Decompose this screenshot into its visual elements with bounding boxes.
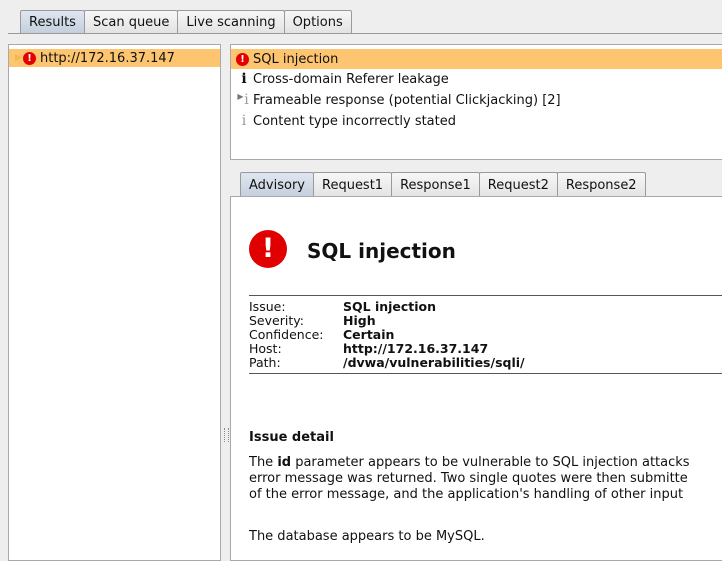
parameter-name: id [277, 455, 292, 470]
divider [249, 295, 722, 296]
confidence-value: Certain [343, 327, 395, 342]
advisory-pane: ! SQL injection Issue: SQL injection Seve… [230, 196, 722, 561]
info-icon: i [241, 113, 247, 129]
issues-list: ! SQL injection i Cross-domain Referer l… [230, 44, 722, 160]
database-note: The database appears to be MySQL. [249, 529, 485, 544]
issue-row[interactable]: ▶ i Frameable response (potential Clickja… [231, 90, 722, 110]
issue-label: Content type incorrectly stated [253, 113, 456, 129]
tree-item-host[interactable]: ▶ ! http://172.16.37.147 [9, 49, 220, 67]
tab-results[interactable]: Results [20, 10, 85, 33]
confidence-key: Confidence: [249, 327, 324, 342]
main-tab-bar: Results Scan queue Live scanning Options [20, 10, 352, 34]
issue-label: SQL injection [253, 51, 339, 67]
issue-key: Issue: [249, 299, 286, 314]
detail-text: The [249, 455, 278, 470]
detail-text: error message was returned. Two single q… [249, 471, 688, 486]
severity-error-icon: ! [249, 230, 287, 268]
expand-arrow-icon[interactable]: ▶ [15, 53, 23, 63]
issue-row[interactable]: ! SQL injection [231, 49, 722, 69]
issue-label: Cross-domain Referer leakage [253, 71, 449, 87]
issue-detail-text: The id parameter appears to be vulnerabl… [249, 455, 722, 503]
tab-options[interactable]: Options [283, 10, 352, 33]
issue-row[interactable]: i Content type incorrectly stated [231, 111, 722, 131]
advisory-title: SQL injection [307, 239, 456, 263]
info-icon: i [244, 92, 249, 108]
issue-label: Frameable response (potential Clickjacki… [253, 92, 561, 108]
tab-response1[interactable]: Response1 [391, 172, 480, 197]
divider [249, 373, 722, 374]
detail-text: parameter appears to be vulnerable to SQ… [291, 455, 690, 470]
issue-summary-table: Issue: SQL injection Severity: High Confid… [249, 300, 525, 370]
severity-value: High [343, 313, 376, 328]
path-key: Path: [249, 355, 281, 370]
detail-text: of the error message, and the applicatio… [249, 487, 684, 502]
splitter-grip[interactable] [224, 428, 229, 442]
tab-live-scanning[interactable]: Live scanning [177, 10, 285, 33]
issue-row[interactable]: i Cross-domain Referer leakage [231, 69, 722, 89]
tab-response2[interactable]: Response2 [556, 172, 646, 197]
host-label: http://172.16.37.147 [40, 50, 175, 66]
expand-arrow-icon[interactable]: ▶ [237, 92, 244, 108]
tab-scan-queue[interactable]: Scan queue [83, 10, 179, 33]
issue-value: SQL injection [343, 299, 437, 314]
error-icon: ! [236, 52, 249, 66]
tab-request2[interactable]: Request2 [478, 172, 558, 197]
severity-key: Severity: [249, 313, 304, 328]
info-icon: i [241, 71, 247, 87]
issue-detail-heading: Issue detail [249, 430, 334, 445]
host-key: Host: [249, 341, 282, 356]
tab-request1[interactable]: Request1 [313, 172, 393, 197]
advisory-tab-bar: Advisory Request1 Response1 Request2 Res… [240, 172, 646, 197]
error-icon: ! [23, 51, 36, 65]
tab-advisory[interactable]: Advisory [240, 172, 314, 197]
path-value: /dvwa/vulnerabilities/sqli/ [343, 355, 525, 370]
host-value: http://172.16.37.147 [343, 341, 489, 356]
site-tree-pane: ▶ ! http://172.16.37.147 [8, 44, 221, 561]
